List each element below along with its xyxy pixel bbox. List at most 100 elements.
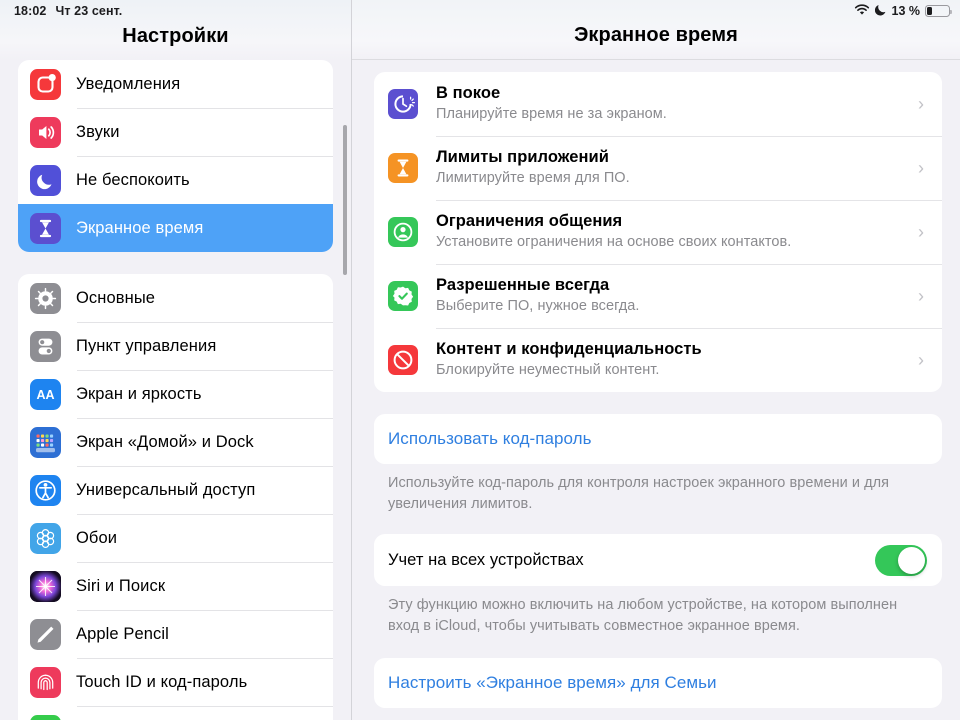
detail-row-subtitle: Лимитируйте время для ПО. <box>436 170 630 187</box>
toggle-knob <box>898 546 925 574</box>
always-allowed-check-icon <box>388 281 418 311</box>
sidebar-item-label: Универсальный доступ <box>76 480 256 499</box>
apple-pencil-icon <box>30 618 61 650</box>
detail-row-app-limits[interactable]: Лимиты приложений Лимитируйте время для … <box>374 136 942 200</box>
sidebar-item-label: Siri и Поиск <box>76 576 166 595</box>
sidebar-item-accessibility[interactable]: Универсальный доступ <box>18 466 333 514</box>
sidebar-item-siri-search[interactable]: Siri и Поиск <box>18 562 333 610</box>
battery-settings-icon <box>30 714 61 720</box>
sidebar-item-label: Пункт управления <box>76 336 217 355</box>
chevron-right-icon: › <box>918 94 924 114</box>
chevron-right-icon: › <box>918 222 924 242</box>
screen-time-options-card: В покое Планируйте время не за экраном. … <box>374 72 942 392</box>
status-bar-left: 18:02 Чт 23 сент. <box>14 4 122 18</box>
sidebar-item-touch-id-passcode[interactable]: Touch ID и код-пароль <box>18 658 333 706</box>
share-across-devices-label: Учет на всех устройствах <box>388 550 584 569</box>
svg-text:AA: AA <box>36 388 54 402</box>
ipad-settings-screen: 18:02 Чт 23 сент. 13 % Настройки Уведомл… <box>0 0 960 720</box>
sidebar-item-battery[interactable]: Аккумулятор <box>18 706 333 720</box>
passcode-footnote: Используйте код-пароль для контроля наст… <box>388 475 890 512</box>
sidebar-item-label: Apple Pencil <box>76 624 169 643</box>
do-not-disturb-icon <box>30 164 61 196</box>
page-title: Экранное время <box>574 24 738 46</box>
use-passcode-label: Использовать код-пароль <box>388 429 592 448</box>
detail-row-text: Контент и конфиденциальность Блокируйте … <box>436 339 918 381</box>
detail-row-subtitle: Установите ограничения на основе своих к… <box>436 234 792 251</box>
setup-family-screen-time-button[interactable]: Настроить «Экранное время» для Семьи <box>374 658 942 709</box>
sidebar-item-label: Основные <box>76 288 156 307</box>
detail-row-subtitle: Блокируйте неуместный контент. <box>436 362 660 379</box>
content-privacy-block-icon <box>388 345 418 375</box>
sidebar-item-home-screen-dock[interactable]: Экран «Домой» и Dock <box>18 418 333 466</box>
status-bar: 18:02 Чт 23 сент. 13 % <box>0 0 960 22</box>
detail-row-content-privacy[interactable]: Контент и конфиденциальность Блокируйте … <box>374 328 942 392</box>
sidebar-item-screen-time[interactable]: Экранное время <box>18 204 333 252</box>
detail-body[interactable]: В покое Планируйте время не за экраном. … <box>352 60 960 720</box>
sidebar-scrollbar[interactable] <box>343 125 347 275</box>
sidebar-item-control-center[interactable]: Пункт управления <box>18 322 333 370</box>
notifications-icon <box>30 68 61 100</box>
sidebar-item-label: Уведомления <box>76 74 181 93</box>
sidebar-item-label: Звуки <box>76 122 120 141</box>
sidebar-item-notifications[interactable]: Уведомления <box>18 60 333 108</box>
detail-row-subtitle: Выберите ПО, нужное всегда. <box>436 298 640 315</box>
screen-time-icon <box>30 212 61 244</box>
sidebar-title: Настройки <box>122 25 229 47</box>
status-date: Чт 23 сент. <box>55 4 123 18</box>
app-limits-hourglass-icon <box>388 153 418 183</box>
share-across-devices-toggle[interactable] <box>875 544 927 576</box>
sidebar-item-label: Обои <box>76 528 118 547</box>
status-time: 18:02 <box>14 4 47 18</box>
chevron-right-icon: › <box>918 286 924 306</box>
sidebar-item-general[interactable]: Основные <box>18 274 333 322</box>
detail-row-text: Ограничения общения Установите ограничен… <box>436 211 918 253</box>
sidebar-item-apple-pencil[interactable]: Apple Pencil <box>18 610 333 658</box>
sidebar-item-sounds[interactable]: Звуки <box>18 108 333 156</box>
detail-row-downtime[interactable]: В покое Планируйте время не за экраном. … <box>374 72 942 136</box>
home-screen-dock-icon <box>30 426 61 458</box>
moon-icon <box>874 3 887 19</box>
detail-row-title: Лимиты приложений <box>436 148 609 167</box>
wallpaper-icon <box>30 522 61 554</box>
chevron-right-icon: › <box>918 350 924 370</box>
control-center-icon <box>30 330 61 362</box>
detail-row-title: Контент и конфиденциальность <box>436 340 702 359</box>
sidebar-item-display-brightness[interactable]: AA Экран и яркость <box>18 370 333 418</box>
touch-id-icon <box>30 666 61 698</box>
sidebar-item-wallpaper[interactable]: Обои <box>18 514 333 562</box>
accessibility-icon <box>30 474 61 506</box>
family-footnote: Настройте Семейный доступ, чтобы учитыва… <box>374 708 942 720</box>
detail-row-communication-limits[interactable]: Ограничения общения Установите ограничен… <box>374 200 942 264</box>
share-across-devices-footnote: Эту функцию можно включить на любом устр… <box>388 597 898 634</box>
detail-row-title: Разрешенные всегда <box>436 276 610 295</box>
sidebar-group-1: Уведомления Звуки Не беспокоить Экранное… <box>18 60 333 252</box>
detail-row-title: В покое <box>436 84 501 103</box>
siri-icon <box>30 570 61 602</box>
communication-limits-icon <box>388 217 418 247</box>
battery-icon <box>925 5 953 17</box>
battery-percent: 13 % <box>891 4 921 18</box>
sidebar-item-label: Экранное время <box>76 218 204 237</box>
setup-family-label: Настроить «Экранное время» для Семьи <box>388 673 717 693</box>
share-across-devices-row[interactable]: Учет на всех устройствах <box>374 534 942 587</box>
sidebar-item-do-not-disturb[interactable]: Не беспокоить <box>18 156 333 204</box>
settings-sidebar[interactable]: Настройки Уведомления Звуки Не беспокоит… <box>0 0 352 720</box>
detail-row-text: Лимиты приложений Лимитируйте время для … <box>436 147 918 189</box>
screen-time-detail-pane: Экранное время В покое Планируйте время … <box>352 0 960 720</box>
sidebar-item-label: Экран и яркость <box>76 384 202 403</box>
sidebar-item-label: Экран «Домой» и Dock <box>76 432 254 451</box>
detail-row-title: Ограничения общения <box>436 212 623 231</box>
detail-row-text: В покое Планируйте время не за экраном. <box>436 83 918 125</box>
sounds-icon <box>30 116 61 148</box>
detail-row-text: Разрешенные всегда Выберите ПО, нужное в… <box>436 275 918 317</box>
status-bar-right: 13 % <box>854 3 953 19</box>
detail-row-subtitle: Планируйте время не за экраном. <box>436 106 667 123</box>
display-brightness-icon: AA <box>30 378 61 410</box>
use-passcode-button[interactable]: Использовать код-пароль <box>374 414 942 464</box>
wifi-icon <box>854 3 870 19</box>
sidebar-group-2: Основные Пункт управления AA Экран и ярк… <box>18 274 333 720</box>
general-gear-icon <box>30 282 61 314</box>
detail-row-always-allowed[interactable]: Разрешенные всегда Выберите ПО, нужное в… <box>374 264 942 328</box>
sidebar-item-label: Touch ID и код-пароль <box>76 672 248 691</box>
sidebar-scroll-area[interactable]: Уведомления Звуки Не беспокоить Экранное… <box>0 60 351 720</box>
